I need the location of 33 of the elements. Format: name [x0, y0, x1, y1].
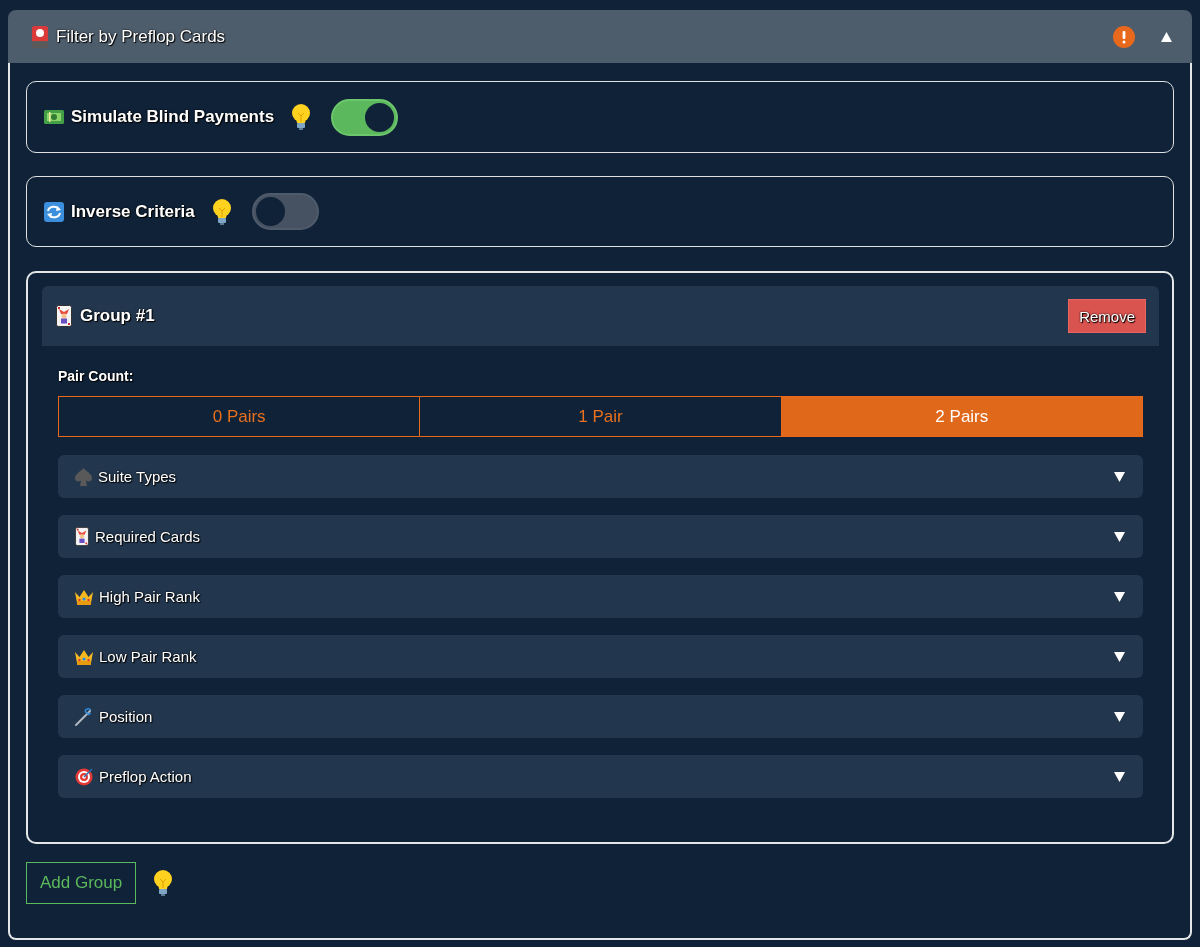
card-icon — [32, 25, 48, 48]
warning-icon — [1113, 25, 1135, 48]
accordion-header[interactable]: Required Cards — [58, 515, 1143, 558]
accordion-header[interactable]: Low Pair Rank — [58, 635, 1143, 678]
accordion-header[interactable]: High Pair Rank — [58, 575, 1143, 618]
banknote-icon — [44, 110, 64, 124]
crown-icon — [75, 588, 93, 605]
add-group-button[interactable]: Add Group — [26, 862, 137, 904]
playing-card-icon — [75, 527, 89, 546]
lightbulb-icon — [211, 198, 232, 225]
segment-button[interactable]: 1 Pair — [419, 397, 781, 436]
pair-count-label: Pair Count: — [58, 368, 135, 384]
remove-button[interactable]: Remove — [1068, 299, 1146, 333]
toggle-label: Simulate Blind Payments — [71, 107, 275, 127]
crown-icon — [75, 648, 93, 665]
toggle-switch[interactable] — [331, 98, 399, 136]
target-icon — [75, 767, 93, 786]
lightbulb-icon — [291, 104, 312, 130]
caret-up-icon[interactable] — [1161, 31, 1172, 42]
group-title: Group #1 — [80, 306, 156, 326]
lightbulb-icon — [153, 870, 174, 896]
accordion-header[interactable]: Position — [58, 695, 1143, 738]
refresh-icon — [44, 201, 64, 222]
accordion-header[interactable]: Preflop Action — [58, 755, 1143, 798]
segment-button[interactable]: 0 Pairs — [59, 397, 420, 436]
playing-card-icon — [56, 305, 72, 327]
accordion-header[interactable]: Suite Types — [58, 455, 1143, 498]
sewing-needle-icon — [75, 707, 93, 726]
panel-header[interactable]: Filter by Preflop Cards — [8, 10, 1192, 63]
toggle-label: Inverse Criteria — [71, 201, 195, 222]
spade-icon — [75, 467, 92, 486]
panel-title: Filter by Preflop Cards — [56, 26, 227, 47]
toggle-switch[interactable] — [251, 193, 319, 230]
